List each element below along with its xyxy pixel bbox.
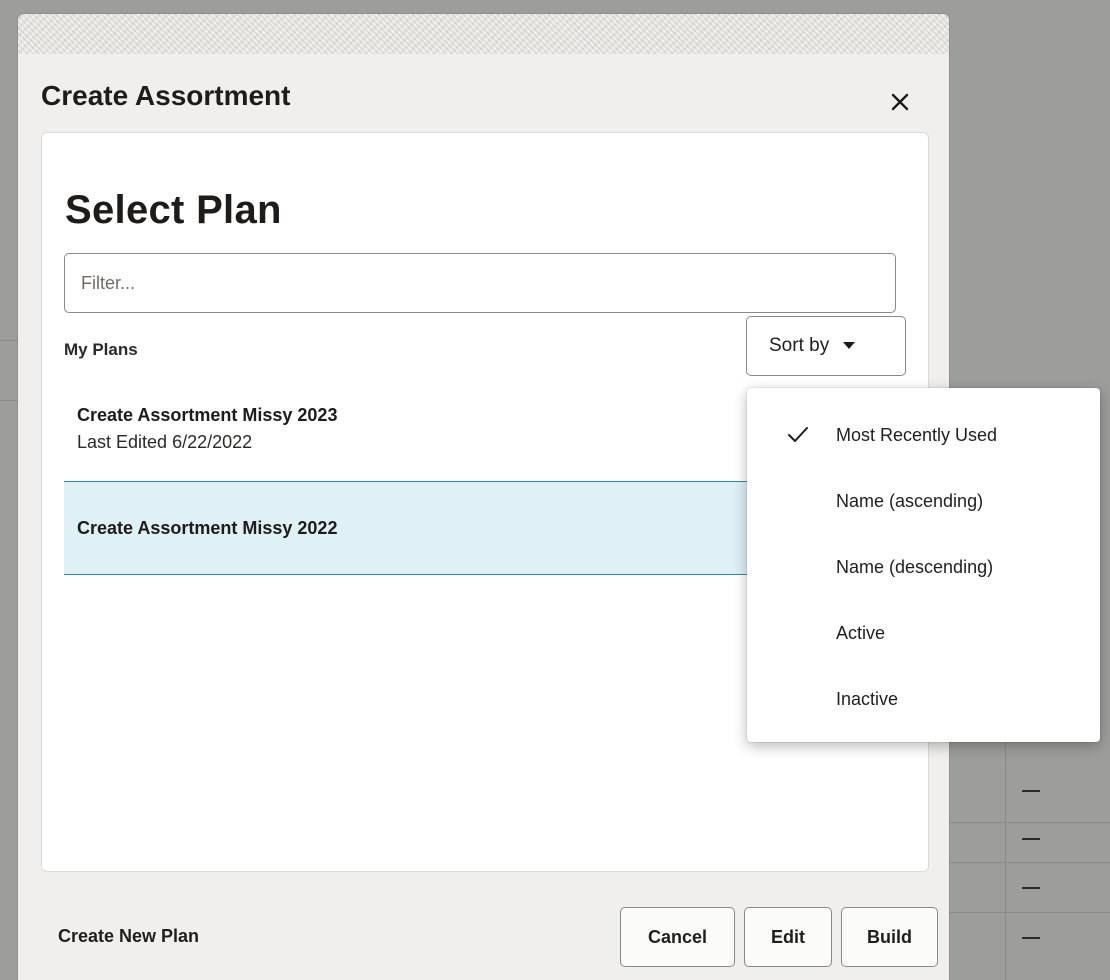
sort-option-name-ascending[interactable]: Name (ascending) xyxy=(747,471,1100,531)
sort-menu: Most Recently Used Name (ascending) Name… xyxy=(747,388,1100,742)
bg-divider xyxy=(0,400,18,401)
sort-option-label: Name (descending) xyxy=(836,556,994,577)
build-button[interactable]: Build xyxy=(841,907,938,967)
bg-dash xyxy=(1022,887,1040,889)
edit-button[interactable]: Edit xyxy=(744,907,832,967)
bg-dash xyxy=(1022,838,1040,840)
plan-name: Create Assortment Missy 2022 xyxy=(77,517,338,538)
my-plans-label: My Plans xyxy=(64,340,138,359)
sort-option-label: Name (ascending) xyxy=(836,490,984,511)
bg-divider xyxy=(949,912,1110,913)
panel-heading: Select Plan xyxy=(65,188,282,232)
bg-divider xyxy=(0,340,18,341)
bg-divider xyxy=(949,822,1110,823)
caret-down-icon xyxy=(843,342,856,349)
sort-by-label: Sort by xyxy=(769,335,830,356)
close-icon xyxy=(891,93,909,111)
bg-divider xyxy=(1005,742,1006,980)
close-button[interactable] xyxy=(884,86,916,118)
dialog-title: Create Assortment xyxy=(41,80,291,111)
sort-option-label: Active xyxy=(836,622,886,643)
bg-dash xyxy=(1022,790,1040,792)
filter-input[interactable] xyxy=(64,253,896,313)
bg-dash xyxy=(1022,937,1040,939)
checkmark-icon xyxy=(788,427,808,442)
bg-divider xyxy=(949,862,1110,863)
sort-option-name-descending[interactable]: Name (descending) xyxy=(747,537,1100,597)
sort-option-label: Most Recently Used xyxy=(836,424,998,445)
sort-option-active[interactable]: Active xyxy=(747,603,1100,663)
sort-option-label: Inactive xyxy=(836,688,899,709)
sort-option-most-recently-used[interactable]: Most Recently Used xyxy=(747,405,1100,465)
sort-option-inactive[interactable]: Inactive xyxy=(747,669,1100,729)
create-new-plan-link[interactable]: Create New Plan xyxy=(58,926,199,947)
dialog-header-texture xyxy=(18,14,949,54)
cancel-button[interactable]: Cancel xyxy=(620,907,735,967)
sort-by-button[interactable]: Sort by xyxy=(746,316,906,376)
